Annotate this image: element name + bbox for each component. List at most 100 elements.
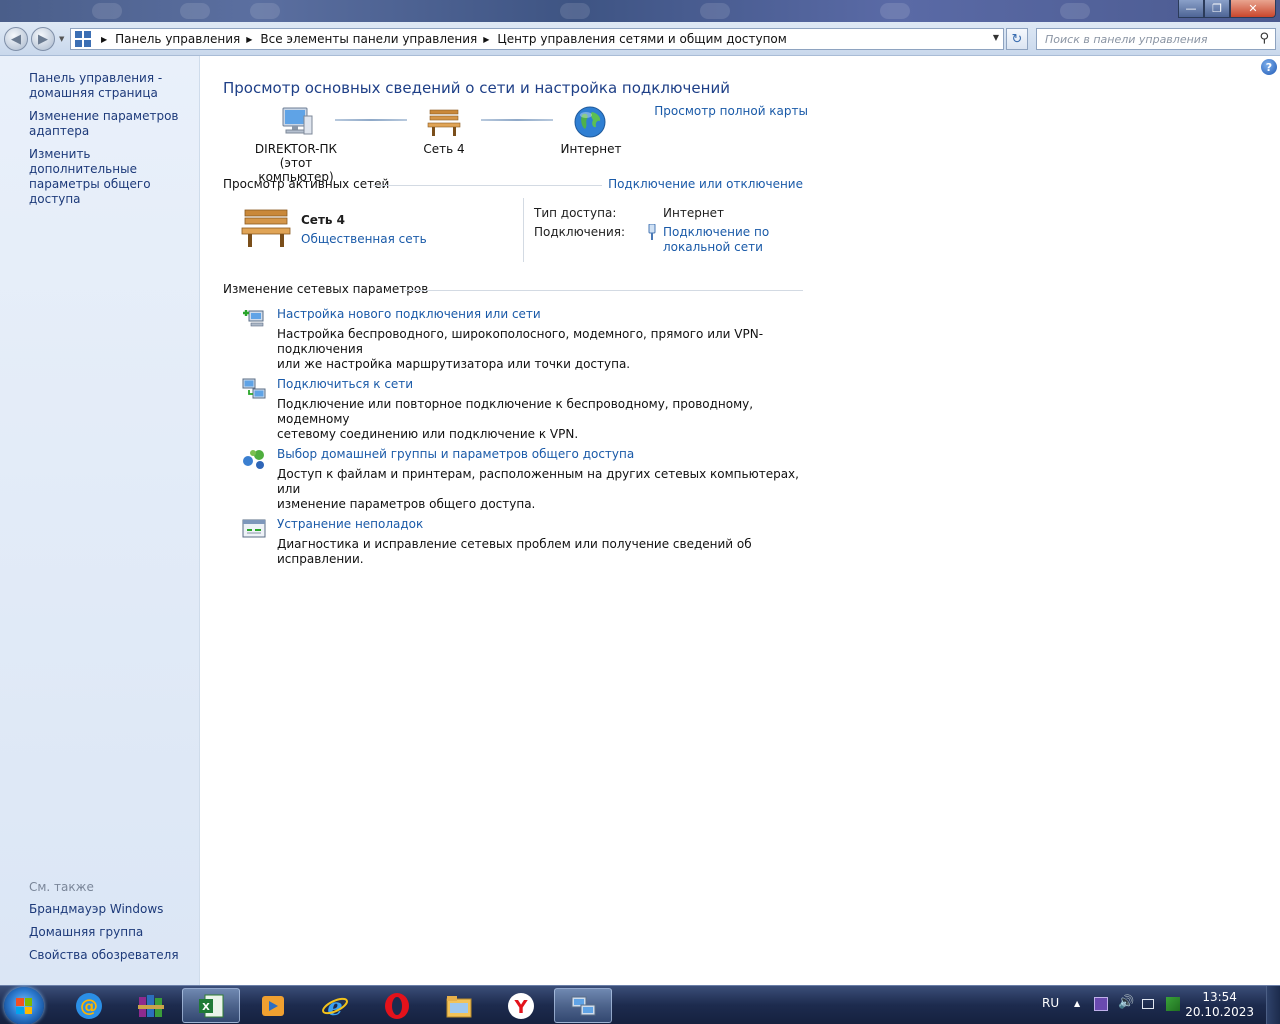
control-panel-icon <box>75 31 91 47</box>
divider <box>373 185 623 186</box>
help-icon[interactable]: ? <box>1261 59 1277 75</box>
back-button[interactable]: ◀ <box>4 27 28 51</box>
description-line: Настройка беспроводного, широкополосного… <box>277 327 764 356</box>
see-also-header: См. также <box>29 880 94 894</box>
local-connection-line-1: Подключение по <box>663 225 770 239</box>
link-homegroup[interactable]: Домашняя группа <box>29 925 194 940</box>
troubleshoot-icon <box>241 517 267 541</box>
opera-logo-icon <box>385 992 409 1019</box>
bench-icon <box>427 106 461 138</box>
taskbar-internet-explorer[interactable]: e <box>306 988 364 1023</box>
ie-logo-icon: e <box>322 992 348 1021</box>
local-connection-link[interactable]: Подключение по локальной сети <box>663 225 769 255</box>
chevron-right-icon[interactable]: ▶ <box>101 35 107 44</box>
show-desktop-button[interactable] <box>1266 986 1280 1024</box>
forward-button[interactable]: ▶ <box>31 27 55 51</box>
network-map: DIREKTOR-ПК (этот компьютер) Сеть 4 Инте… <box>223 104 808 184</box>
full-map-link[interactable]: Просмотр полной карты <box>654 104 808 118</box>
connect-network-link[interactable]: Подключиться к сети <box>277 377 413 391</box>
clock[interactable]: 13:54 20.10.2023 <box>1185 990 1254 1020</box>
globe-icon <box>574 106 608 138</box>
internet-label: Интернет <box>560 142 622 156</box>
access-type-value: Интернет <box>663 206 725 220</box>
refresh-button[interactable]: ↻ <box>1006 28 1028 50</box>
breadcrumb-all-items[interactable]: Все элементы панели управления <box>260 32 477 46</box>
taskbar-explorer[interactable] <box>430 988 488 1023</box>
link-control-panel-home[interactable]: Панель управления - домашняя страница <box>29 71 194 101</box>
breadcrumb-control-panel[interactable]: Панель управления <box>115 32 240 46</box>
computer-name: DIREKTOR-ПК <box>254 142 338 156</box>
new-connection-description: Настройка беспроводного, широкополосного… <box>277 327 817 372</box>
taskbar-yandex-browser[interactable]: Y <box>492 988 550 1023</box>
description-line: Доступ к файлам и принтерам, расположенн… <box>277 467 799 496</box>
svg-text:@: @ <box>80 996 98 1017</box>
active-networks-title: Просмотр активных сетей <box>223 177 390 191</box>
homegroup-link[interactable]: Выбор домашней группы и параметров общег… <box>277 447 634 461</box>
taskbar-opera[interactable] <box>368 988 426 1023</box>
maximize-button[interactable]: ❐ <box>1204 0 1230 18</box>
link-advanced-sharing[interactable]: Изменить дополнительные параметры общего… <box>29 147 194 207</box>
description-line: изменение параметров общего доступа. <box>277 497 536 511</box>
taskbar-media-player[interactable] <box>244 988 302 1023</box>
ethernet-plug-icon <box>647 223 657 240</box>
svg-text:X: X <box>202 1002 210 1013</box>
local-connection-line-2: локальной сети <box>663 240 763 254</box>
close-button[interactable]: ✕ <box>1230 0 1276 18</box>
chevron-down-icon[interactable]: ▼ <box>993 33 999 42</box>
archive-books-icon <box>138 994 164 1017</box>
title-bar: — ❐ ✕ <box>0 0 1280 22</box>
active-network: Сеть 4 Общественная сеть Тип доступа: Ин… <box>223 196 803 262</box>
arrow-right-icon: ▶ <box>38 31 48 47</box>
connect-network-description: Подключение или повторное подключение к … <box>277 397 817 442</box>
link-adapter-settings[interactable]: Изменение параметров адаптера <box>29 109 194 139</box>
breadcrumb-network-center[interactable]: Центр управления сетями и общим доступом <box>497 32 786 46</box>
link-windows-firewall[interactable]: Брандмауэр Windows <box>29 902 194 917</box>
chevron-right-icon[interactable]: ▶ <box>246 35 252 44</box>
change-settings-header: Изменение сетевых параметров <box>223 282 803 296</box>
search-icon[interactable]: ⚲ <box>1259 31 1269 46</box>
chevron-right-icon[interactable]: ▶ <box>483 35 489 44</box>
address-bar[interactable]: ▶ Панель управления ▶ Все элементы панел… <box>70 28 1004 50</box>
titlebar-decoration <box>700 3 730 19</box>
change-settings-title: Изменение сетевых параметров <box>223 282 429 296</box>
connector-line <box>481 119 553 121</box>
network-type-link[interactable]: Общественная сеть <box>301 232 427 246</box>
refresh-icon: ↻ <box>1011 31 1023 47</box>
description-line: Диагностика и исправление сетевых пробле… <box>277 537 752 566</box>
titlebar-decoration <box>92 3 122 19</box>
description-line: или же настройка маршрутизатора или точк… <box>277 357 631 371</box>
mail-at-icon: @ <box>76 992 102 1019</box>
clock-date: 20.10.2023 <box>1185 1005 1254 1019</box>
link-internet-options[interactable]: Свойства обозревателя <box>29 948 194 963</box>
troubleshoot-link[interactable]: Устранение неполадок <box>277 517 423 531</box>
divider <box>405 290 803 291</box>
search-input[interactable] <box>1045 32 1255 46</box>
see-also: См. также Брандмауэр Windows Домашняя гр… <box>29 880 194 971</box>
recent-pages-dropdown[interactable]: ▼ <box>59 35 64 43</box>
new-connection-link[interactable]: Настройка нового подключения или сети <box>277 307 541 321</box>
volume-icon[interactable]: 🔊 <box>1118 995 1134 1010</box>
homegroup-description: Доступ к файлам и принтерам, расположенн… <box>277 467 817 512</box>
search-box[interactable]: ⚲ <box>1036 28 1276 50</box>
map-node-computer[interactable]: DIREKTOR-ПК (этот компьютер) <box>241 106 351 184</box>
taskbar-mail-agent[interactable]: @ <box>60 988 118 1023</box>
app-tray-icon[interactable] <box>1166 997 1180 1011</box>
minimize-button[interactable]: — <box>1178 0 1204 18</box>
taskbar-network-center[interactable] <box>554 988 612 1023</box>
divider <box>523 198 524 262</box>
computer-icon <box>279 106 313 138</box>
connect-disconnect-link[interactable]: Подключение или отключение <box>602 177 803 191</box>
map-node-internet[interactable]: Интернет <box>555 106 627 156</box>
taskbar-excel[interactable]: X <box>182 988 240 1023</box>
connections-label: Подключения: <box>534 225 626 239</box>
map-node-network[interactable]: Сеть 4 <box>409 106 479 156</box>
keyboard-layout-icon[interactable] <box>1094 997 1108 1011</box>
show-hidden-icons-button[interactable]: ▲ <box>1074 999 1088 1013</box>
titlebar-decoration <box>1060 3 1090 19</box>
language-indicator[interactable]: RU <box>1042 996 1059 1010</box>
network-center-icon <box>571 996 596 1015</box>
taskbar-winrar[interactable] <box>122 988 180 1023</box>
troubleshoot-description: Диагностика и исправление сетевых пробле… <box>277 537 817 567</box>
start-button[interactable] <box>4 987 44 1024</box>
network-tray-icon[interactable] <box>1142 999 1154 1009</box>
